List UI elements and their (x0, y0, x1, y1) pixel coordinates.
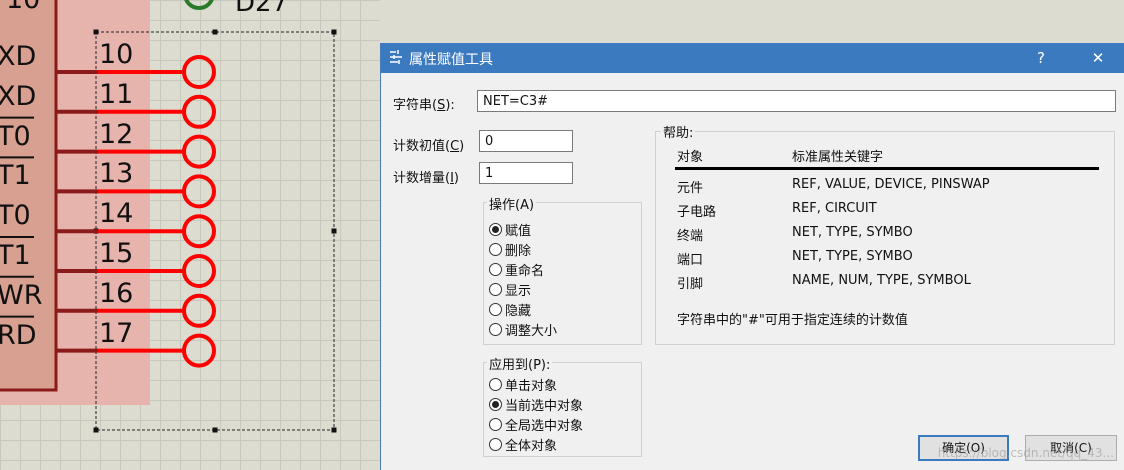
pin-name-label: T0 (0, 200, 31, 232)
help-row-object: 元件 (677, 181, 704, 196)
apply-to-option[interactable]: 单击对象 (489, 375, 557, 394)
radio-button[interactable] (489, 303, 502, 316)
chip-top-pin-label: 10 (6, 0, 40, 13)
increment-input[interactable]: 1 (479, 162, 573, 184)
pin-number-label: 14 (99, 198, 134, 230)
property-tool-icon (390, 50, 402, 64)
radio-button[interactable] (489, 263, 502, 276)
radio-button[interactable] (489, 418, 502, 431)
selection-handle (212, 29, 218, 35)
help-note: 字符串中的"#"可用于指定连续的计数值 (677, 313, 908, 328)
terminal-circle (182, 214, 216, 249)
help-row-object: 端口 (677, 253, 704, 268)
operation-option-label: 删除 (505, 244, 532, 259)
pin-number-label: 16 (99, 277, 134, 309)
pin-number-label: 10 (99, 39, 134, 70)
radio-button[interactable] (489, 438, 502, 451)
terminal-d27 (184, 0, 214, 10)
schematic-drawing (0, 0, 337, 433)
operation-option-label: 赋值 (505, 224, 532, 239)
help-row-keywords: NAME, NUM, TYPE, SYMBOL (792, 273, 971, 288)
operation-option-label: 重命名 (505, 264, 545, 279)
pin-number-label: 17 (99, 317, 134, 349)
selection-handle (212, 427, 218, 433)
pin-number-label: 12 (99, 118, 134, 150)
apply-to-option-label: 单击对象 (505, 379, 558, 394)
help-header-object: 对象 (677, 150, 704, 165)
terminal-circle (182, 254, 216, 288)
selection-handle (93, 29, 99, 35)
operation-option[interactable]: 隐藏 (489, 300, 531, 319)
apply-to-option[interactable]: 当前选中对象 (489, 395, 583, 414)
help-row-keywords: NET, TYPE, SYMBO (792, 249, 913, 264)
radio-button[interactable] (489, 223, 502, 236)
terminal-circle (182, 134, 216, 169)
help-header-keyword: 标准属性关键字 (792, 150, 884, 165)
help-button[interactable]: ? (1018, 43, 1064, 73)
selection-handle (331, 427, 337, 433)
string-input[interactable]: NET=C3# (477, 90, 1116, 112)
increment-label: 计数增量(I) (393, 171, 459, 186)
help-header-rule (675, 167, 1099, 170)
operation-option-label: 显示 (505, 284, 532, 299)
terminal-circle (182, 174, 216, 209)
dialog-title: 属性赋值工具 (409, 52, 493, 68)
selection-handle (93, 427, 99, 433)
help-row-object: 子电路 (677, 205, 717, 220)
radio-button[interactable] (489, 378, 502, 391)
pin-name-label: XD (0, 41, 37, 72)
help-row-keywords: NET, TYPE, SYMBO (792, 225, 913, 240)
apply-group-title: 应用到(P): (487, 354, 553, 373)
close-button[interactable]: ✕ (1075, 43, 1121, 73)
apply-to-option[interactable]: 全局选中对象 (489, 415, 583, 434)
operation-option[interactable]: 重命名 (489, 260, 544, 279)
help-row-object: 引脚 (677, 277, 704, 292)
operation-option[interactable]: 删除 (489, 240, 531, 259)
radio-button[interactable] (489, 323, 502, 336)
selection-handle (331, 228, 337, 234)
watermark: https://blog.csdn.net/qq_43... (937, 446, 1114, 460)
help-row-object: 终端 (677, 229, 704, 244)
pin-name-label: T0 (0, 120, 31, 152)
title-bar[interactable]: 属性赋值工具 ? ✕ (381, 43, 1124, 73)
apply-to-option-label: 全局选中对象 (505, 419, 584, 434)
init-value-label: 计数初值(C) (393, 139, 465, 154)
terminal-circle (182, 333, 216, 368)
help-group-title: 帮助: (661, 122, 696, 141)
terminal-label-d27: D27 (235, 0, 289, 18)
selection-handle (331, 29, 337, 35)
terminal-circle (182, 94, 216, 129)
apply-to-option-label: 当前选中对象 (505, 399, 584, 414)
pin-name-label: WR (0, 279, 43, 311)
pin-number-label: 11 (99, 78, 134, 110)
operation-option-label: 隐藏 (505, 304, 532, 319)
help-row-keywords: REF, CIRCUIT (792, 201, 877, 216)
terminal-circle (182, 293, 216, 328)
apply-to-option[interactable]: 全体对象 (489, 435, 557, 454)
init-value-input[interactable]: 0 (479, 130, 573, 152)
string-label: 字符串(S): (393, 98, 455, 113)
operation-option-label: 调整大小 (505, 324, 558, 339)
operation-option[interactable]: 显示 (489, 280, 531, 299)
pin-name-label: T1 (0, 240, 31, 271)
operation-group-title: 操作(A) (487, 194, 537, 213)
property-assignment-dialog: 属性赋值工具 ? ✕ 字符串(S): NET=C3# 计数初值(C) 0 计数增… (380, 43, 1124, 470)
operation-option[interactable]: 赋值 (489, 220, 531, 239)
operation-option[interactable]: 调整大小 (489, 320, 557, 339)
terminal-circle (182, 55, 216, 89)
pin-number-label: 13 (99, 158, 134, 190)
pin-name-label: RD (0, 319, 37, 351)
schematic-canvas[interactable]: D27 10 XD XD T0 T1 T0 T1 WR RD 10 11 12 13 14 15 16 17 (0, 0, 380, 470)
pin-number-label: 15 (99, 238, 134, 269)
radio-button[interactable] (489, 283, 502, 296)
pin-name-label: T1 (0, 160, 31, 192)
help-row-keywords: REF, VALUE, DEVICE, PINSWAP (792, 177, 990, 192)
apply-to-option-label: 全体对象 (505, 439, 558, 454)
pin-name-label: XD (0, 80, 37, 112)
radio-button[interactable] (489, 243, 502, 256)
radio-button[interactable] (489, 398, 502, 411)
